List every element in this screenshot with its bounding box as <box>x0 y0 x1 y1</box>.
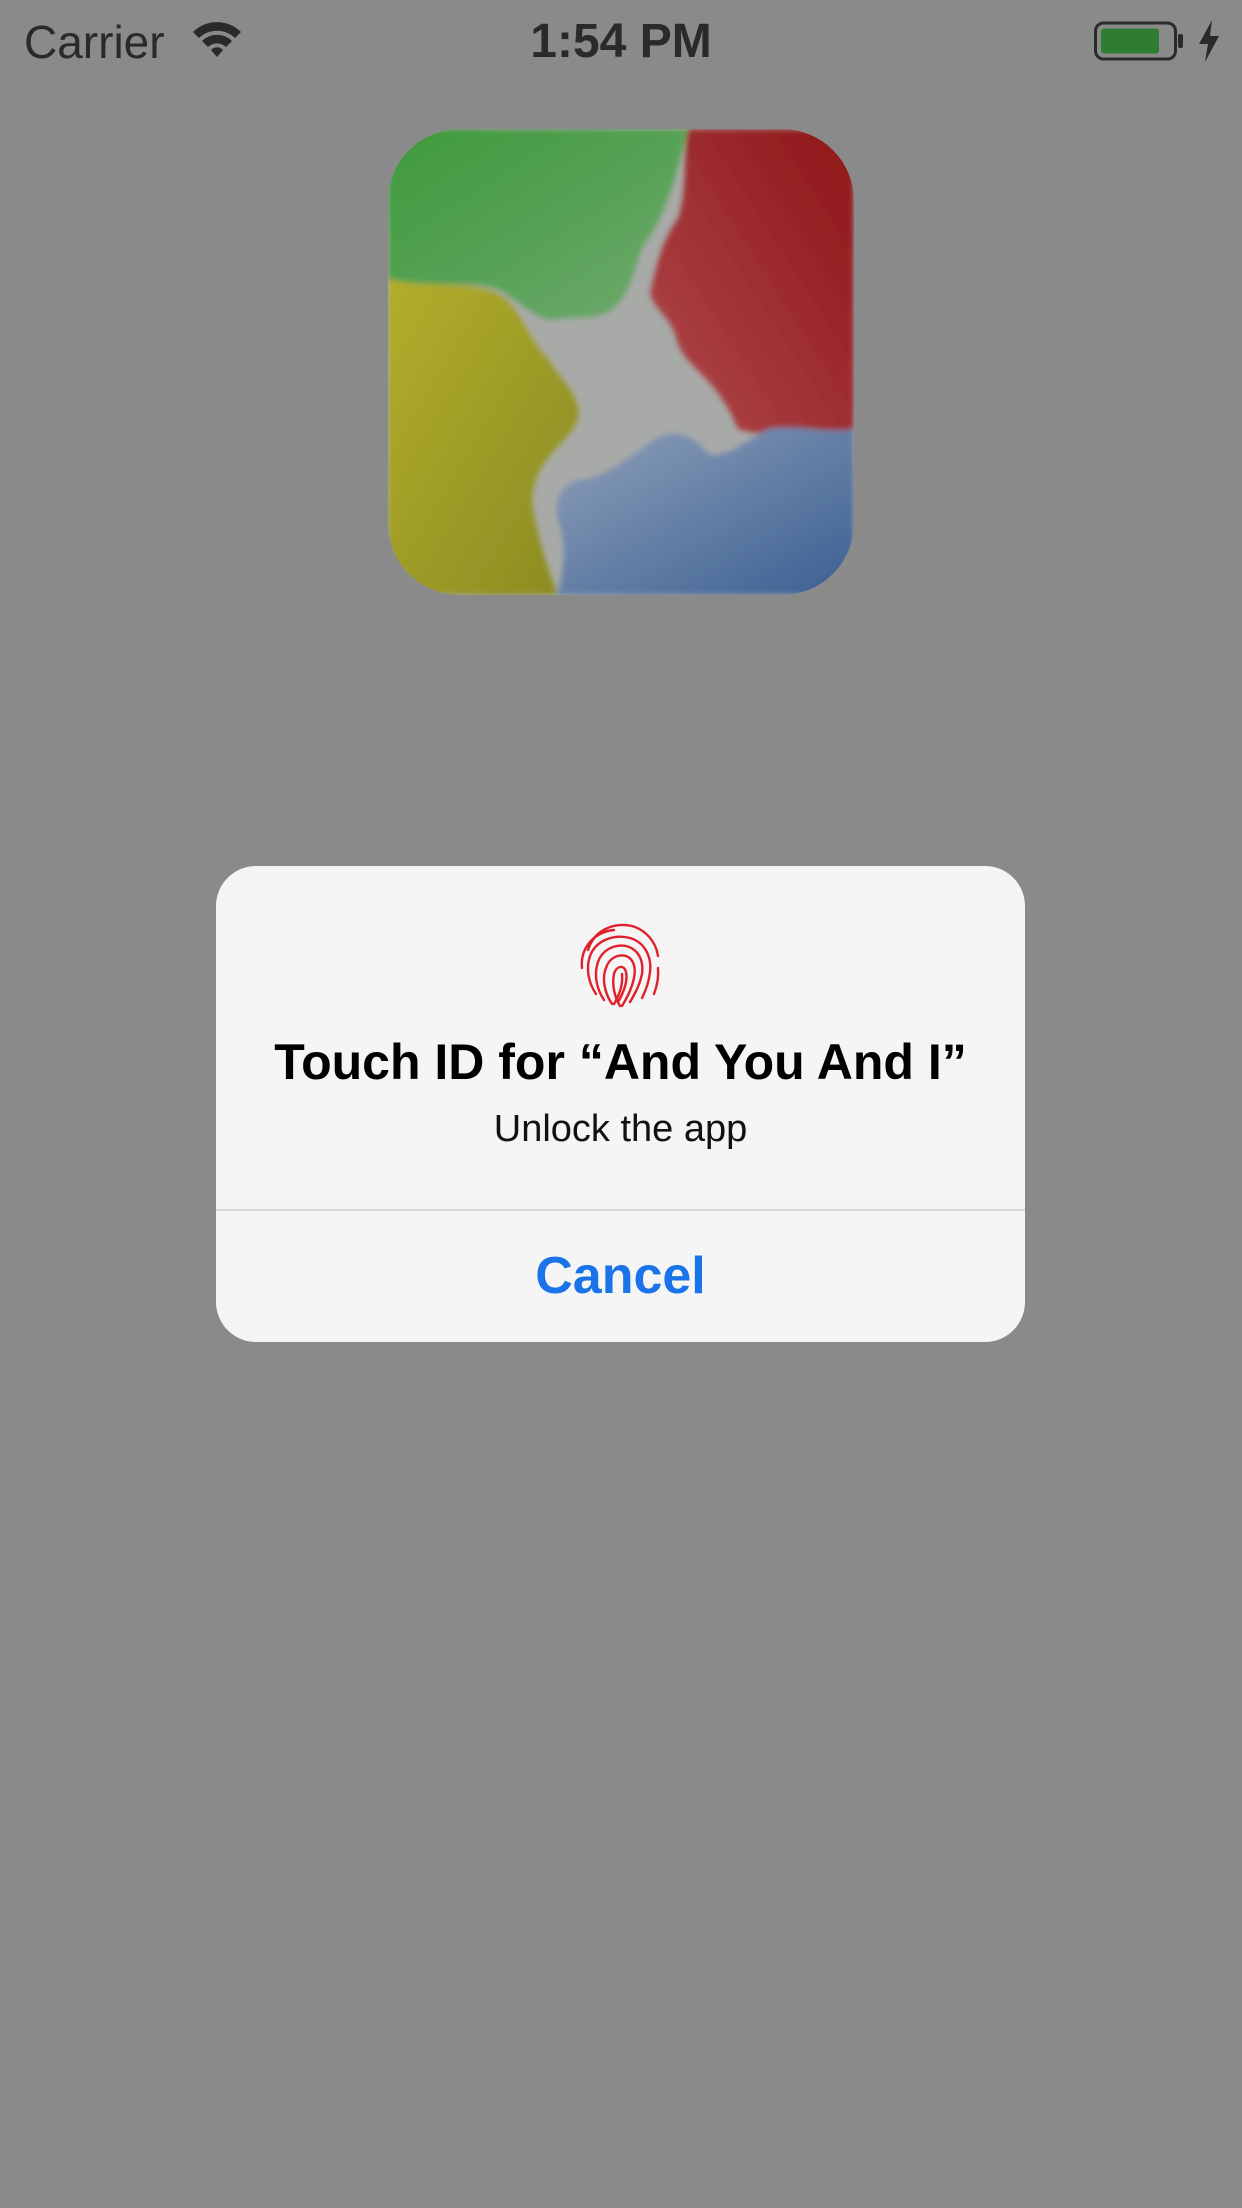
status-time: 1:54 PM <box>530 15 712 68</box>
cancel-button[interactable]: Cancel <box>216 1211 1025 1342</box>
battery-icon <box>1094 21 1183 61</box>
app-logo <box>388 129 854 595</box>
fingerprint-icon <box>580 923 660 1008</box>
dialog-title: Touch ID for “And You And I” <box>274 1034 967 1090</box>
dialog-subtitle: Unlock the app <box>493 1108 748 1150</box>
touch-id-dialog: Touch ID for “And You And I” Unlock the … <box>216 866 1025 1342</box>
status-bar: Carrier 1:54 PM <box>0 0 1242 82</box>
charging-bolt-icon <box>1199 20 1219 62</box>
